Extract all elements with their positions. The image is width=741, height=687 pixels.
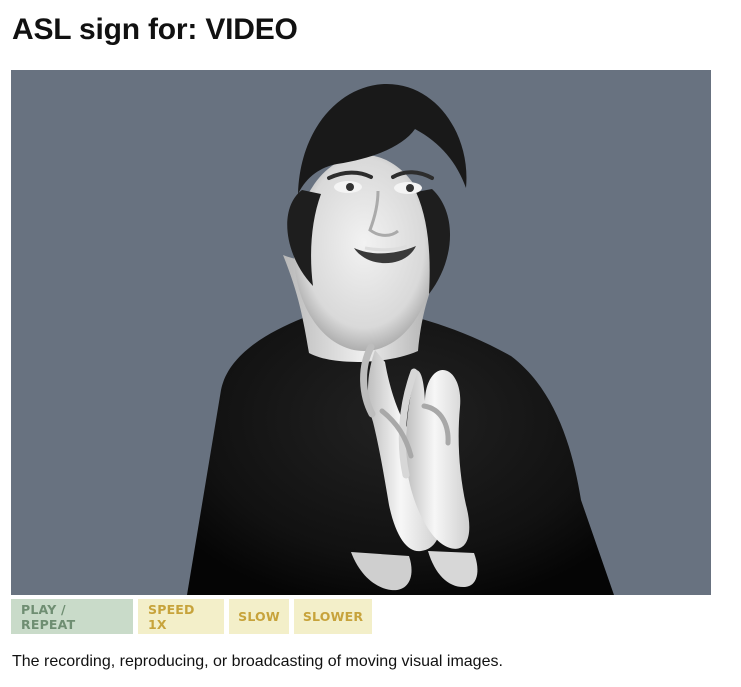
sign-video[interactable] bbox=[11, 70, 711, 595]
slow-button[interactable]: SLOW bbox=[229, 599, 289, 634]
slower-button[interactable]: SLOWER bbox=[294, 599, 372, 634]
speed-1x-button[interactable]: SPEED 1X bbox=[138, 599, 224, 634]
right-pupil bbox=[406, 184, 414, 192]
sign-definition: The recording, reproducing, or broadcast… bbox=[12, 653, 503, 670]
signer-video-frame bbox=[11, 70, 711, 595]
left-pupil bbox=[346, 183, 354, 191]
video-controls: PLAY / REPEAT SPEED 1X SLOW SLOWER bbox=[11, 599, 372, 634]
page-title: ASL sign for: VIDEO bbox=[12, 13, 298, 46]
page: ASL sign for: VIDEO PLAY / REPEAT SPEED … bbox=[0, 0, 741, 687]
play-repeat-button[interactable]: PLAY / REPEAT bbox=[11, 599, 133, 634]
